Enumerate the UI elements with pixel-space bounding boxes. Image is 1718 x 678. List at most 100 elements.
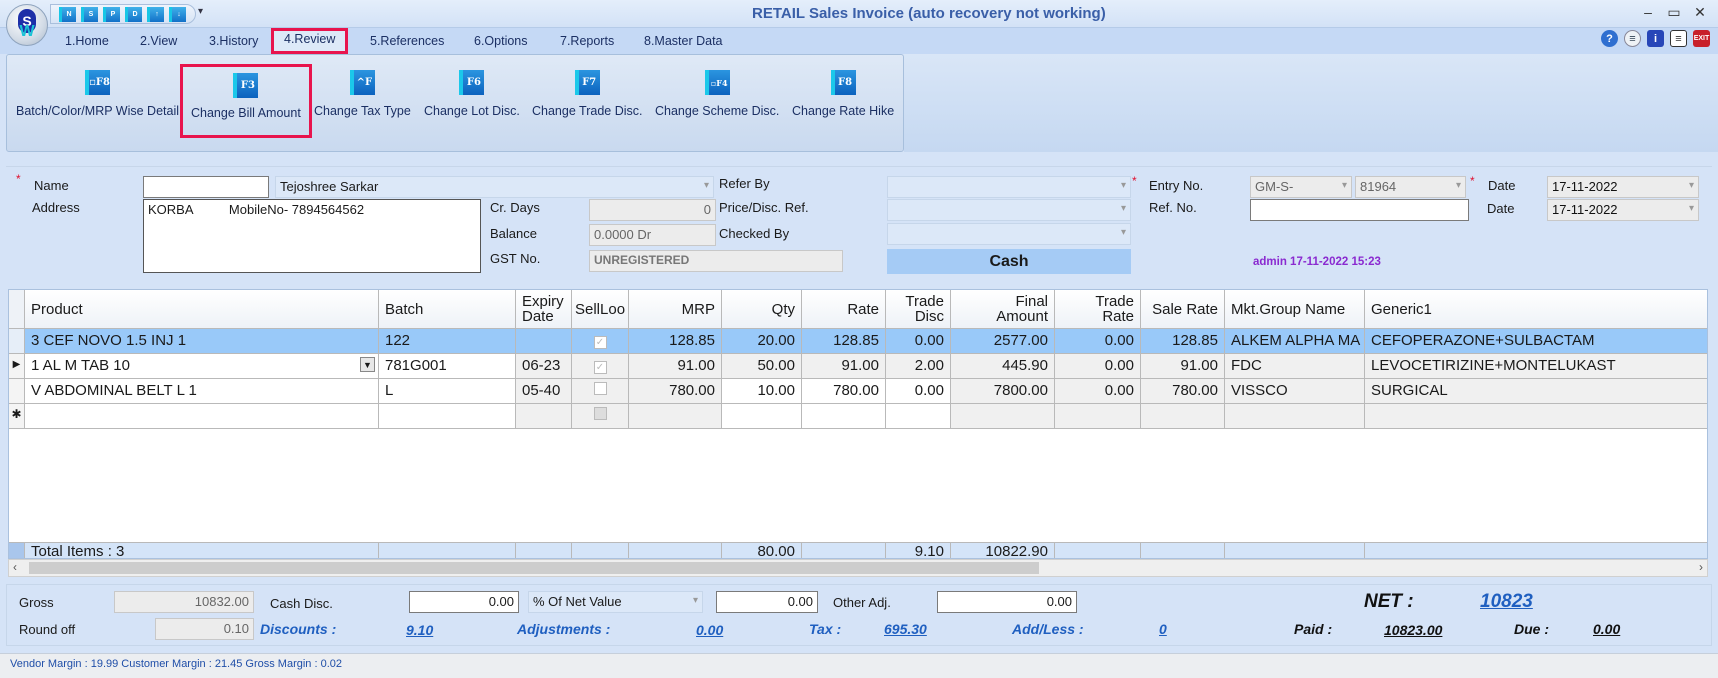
product-dropdown-icon[interactable]: ▼: [360, 357, 375, 372]
net-amount-link[interactable]: 10823: [1480, 591, 1533, 613]
cell-batch[interactable]: [379, 404, 516, 428]
horizontal-scrollbar[interactable]: ‹ ›: [8, 559, 1708, 577]
cell-qty[interactable]: 50.00: [722, 354, 802, 378]
cell-sale-rate[interactable]: 780.00: [1141, 379, 1225, 403]
cell-product[interactable]: 1 AL M TAB 10 ▼: [25, 354, 379, 378]
table-row[interactable]: ▶ 1 AL M TAB 10 ▼ 781G001 06-23 ✓ 91.00 …: [9, 354, 1707, 379]
paid-amount[interactable]: 10823.00: [1384, 622, 1442, 638]
tab-options[interactable]: 6.Options: [474, 32, 528, 52]
table-row[interactable]: V ABDOMINAL BELT L 1 L 05-40 780.00 10.0…: [9, 379, 1707, 404]
cr-days-input[interactable]: 0: [589, 199, 716, 221]
cell-sell-loose[interactable]: ✓: [572, 329, 629, 353]
cell-rate[interactable]: 128.85: [802, 329, 886, 353]
row-indicator[interactable]: ▶: [9, 354, 25, 378]
cell-rate[interactable]: [802, 404, 886, 428]
next-icon[interactable]: ↓: [169, 6, 186, 22]
checkbox-checked[interactable]: ✓: [593, 336, 607, 349]
cell-product[interactable]: [25, 404, 379, 428]
cash-disc-type-select[interactable]: % Of Net Value: [528, 591, 703, 613]
entry-series-combo[interactable]: GM-S-: [1250, 176, 1352, 198]
minimize-button[interactable]: –: [1636, 4, 1660, 20]
maximize-button[interactable]: ▭: [1662, 4, 1686, 21]
cell-qty[interactable]: [722, 404, 802, 428]
save-icon[interactable]: S: [81, 6, 98, 22]
cell-qty[interactable]: 10.00: [722, 379, 802, 403]
other-adj-input[interactable]: 0.00: [937, 591, 1077, 613]
cell-trade-rate[interactable]: [1055, 404, 1141, 428]
cell-trade-disc[interactable]: 2.00: [886, 354, 951, 378]
cash-disc-input[interactable]: 0.00: [409, 591, 519, 613]
ref-date-picker[interactable]: 17-11-2022: [1547, 199, 1699, 221]
checkbox-checked[interactable]: ✓: [593, 361, 607, 374]
cell-trade-rate[interactable]: 0.00: [1055, 379, 1141, 403]
cell-final-amount[interactable]: 7800.00: [951, 379, 1055, 403]
customize-toolbar-icon[interactable]: ▾: [198, 6, 203, 17]
address-textarea[interactable]: KORBA MobileNo- 7894564562: [143, 199, 481, 273]
cell-expiry[interactable]: 05-40: [516, 379, 572, 403]
cell-generic[interactable]: CEFOPERAZONE+SULBACTAM: [1365, 329, 1707, 353]
cell-sale-rate[interactable]: 91.00: [1141, 354, 1225, 378]
col-trade-disc[interactable]: Trade Disc: [886, 290, 951, 328]
cell-mrp[interactable]: [629, 404, 722, 428]
close-button[interactable]: ✕: [1688, 4, 1712, 21]
document-icon[interactable]: ≡: [1670, 30, 1687, 47]
cell-trade-disc[interactable]: 0.00: [886, 379, 951, 403]
change-trade-disc-button[interactable]: F7 Change Trade Disc.: [532, 70, 642, 134]
cell-batch[interactable]: L: [379, 379, 516, 403]
cell-rate[interactable]: 780.00: [802, 379, 886, 403]
cell-sale-rate[interactable]: 128.85: [1141, 329, 1225, 353]
cell-final-amount[interactable]: [951, 404, 1055, 428]
chat-icon[interactable]: ≡: [1624, 30, 1641, 47]
cell-generic[interactable]: SURGICAL: [1365, 379, 1707, 403]
scrollbar-thumb[interactable]: [29, 562, 1039, 574]
cell-final-amount[interactable]: 445.90: [951, 354, 1055, 378]
cell-expiry[interactable]: [516, 329, 572, 353]
row-indicator[interactable]: [9, 329, 25, 353]
batch-color-mrp-detail-button[interactable]: ▫F8 Batch/Color/MRP Wise Detail: [16, 70, 179, 134]
price-disc-ref-combo[interactable]: [887, 199, 1131, 221]
help-icon[interactable]: ?: [1601, 30, 1618, 47]
cell-generic[interactable]: LEVOCETIRIZINE+MONTELUKAST: [1365, 354, 1707, 378]
cell-final-amount[interactable]: 2577.00: [951, 329, 1055, 353]
entry-no-combo[interactable]: 81964: [1355, 176, 1466, 198]
tab-references[interactable]: 5.References: [370, 32, 444, 52]
app-logo-button[interactable]: S W: [6, 4, 48, 46]
cell-trade-rate[interactable]: 0.00: [1055, 354, 1141, 378]
change-tax-type-button[interactable]: ^F Change Tax Type: [314, 70, 411, 134]
col-generic[interactable]: Generic1: [1365, 290, 1707, 328]
cell-expiry[interactable]: 06-23: [516, 354, 572, 378]
col-trade-rate[interactable]: Trade Rate: [1055, 290, 1141, 328]
col-sell-loose[interactable]: SellLoo: [572, 290, 629, 328]
scroll-right-icon[interactable]: ›: [1699, 560, 1703, 574]
tab-home[interactable]: 1.Home: [65, 32, 109, 52]
customer-name-combo[interactable]: Tejoshree Sarkar: [275, 176, 714, 198]
tab-view[interactable]: 2.View: [140, 32, 177, 52]
col-batch[interactable]: Batch: [379, 290, 516, 328]
table-row[interactable]: 3 CEF NOVO 1.5 INJ 1 122 ✓ 128.85 20.00 …: [9, 329, 1707, 354]
col-expiry[interactable]: Expiry Date: [516, 290, 572, 328]
cell-sell-loose[interactable]: ✓: [572, 354, 629, 378]
delete-icon[interactable]: D: [125, 6, 142, 22]
add-less-link[interactable]: 0: [1159, 621, 1167, 637]
tab-history[interactable]: 3.History: [209, 32, 258, 52]
checkbox-indeterminate[interactable]: [593, 407, 607, 420]
ref-no-input[interactable]: [1250, 199, 1469, 221]
exit-icon[interactable]: EXIT: [1693, 30, 1710, 47]
previous-icon[interactable]: ↑: [147, 6, 164, 22]
invoice-date-picker[interactable]: 17-11-2022: [1547, 176, 1699, 198]
col-qty[interactable]: Qty: [722, 290, 802, 328]
tax-link[interactable]: 695.30: [884, 621, 927, 637]
col-product[interactable]: Product: [25, 290, 379, 328]
cell-trade-rate[interactable]: 0.00: [1055, 329, 1141, 353]
cell-batch[interactable]: 781G001: [379, 354, 516, 378]
cell-rate[interactable]: 91.00: [802, 354, 886, 378]
col-final-amount[interactable]: Final Amount: [951, 290, 1055, 328]
cell-mkt-group[interactable]: ALKEM ALPHA MA: [1225, 329, 1365, 353]
tab-review[interactable]: 4.Review: [271, 28, 349, 54]
refer-by-combo[interactable]: [887, 176, 1131, 198]
cell-product[interactable]: V ABDOMINAL BELT L 1: [25, 379, 379, 403]
info-icon[interactable]: i: [1647, 30, 1664, 47]
change-rate-hike-button[interactable]: F8 Change Rate Hike: [792, 70, 894, 134]
name-code-input[interactable]: [143, 176, 269, 198]
col-mkt-group[interactable]: Mkt.Group Name: [1225, 290, 1365, 328]
